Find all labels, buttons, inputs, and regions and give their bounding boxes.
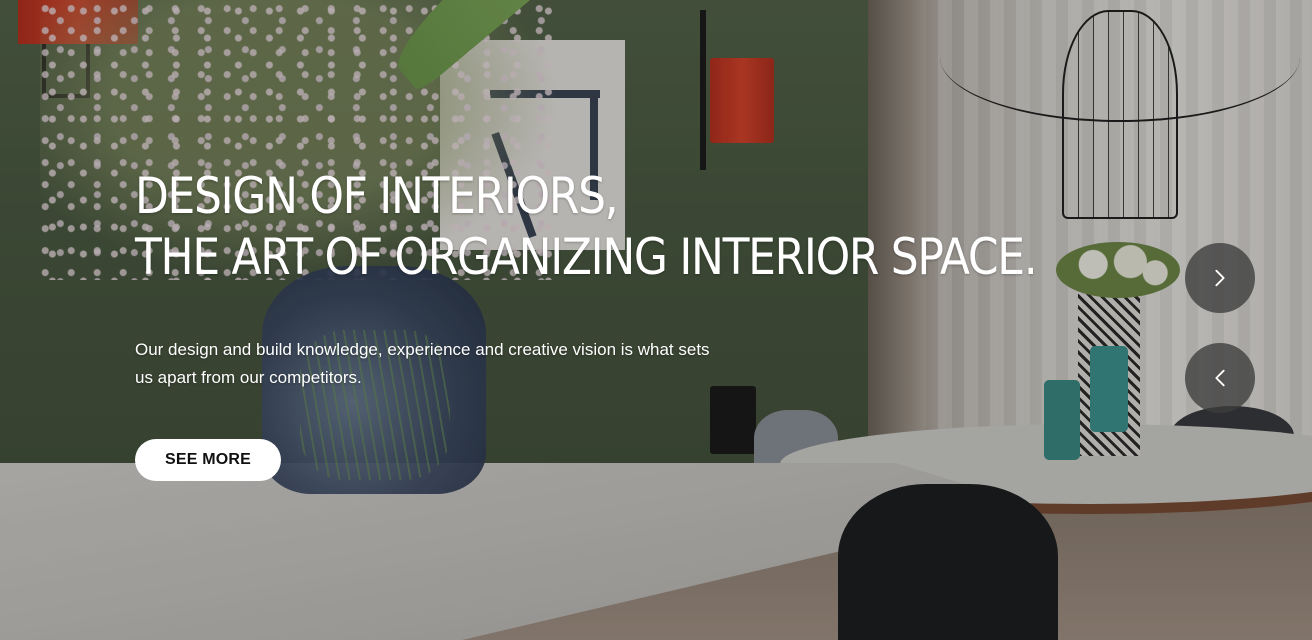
chevron-right-icon — [1215, 269, 1225, 287]
hero-content: DESIGN OF INTERIORS, THE ART OF ORGANIZI… — [135, 166, 1115, 392]
subtext-line-1: Our design and build knowledge, experien… — [135, 340, 710, 359]
hero-subtext: Our design and build knowledge, experien… — [135, 336, 735, 392]
slider-prev-button[interactable] — [1185, 343, 1255, 413]
subtext-line-2: us apart from our competitors. — [135, 368, 362, 387]
hero-headline: DESIGN OF INTERIORS, THE ART OF ORGANIZI… — [135, 166, 1038, 288]
slider-next-button[interactable] — [1185, 243, 1255, 313]
chevron-left-icon — [1215, 369, 1225, 387]
see-more-button[interactable]: SEE MORE — [135, 439, 281, 481]
headline-line-2: THE ART OF ORGANIZING INTERIOR SPACE. — [135, 228, 1038, 286]
headline-line-1: DESIGN OF INTERIORS, — [135, 167, 619, 225]
hero-slider: DESIGN OF INTERIORS, THE ART OF ORGANIZI… — [0, 0, 1312, 640]
